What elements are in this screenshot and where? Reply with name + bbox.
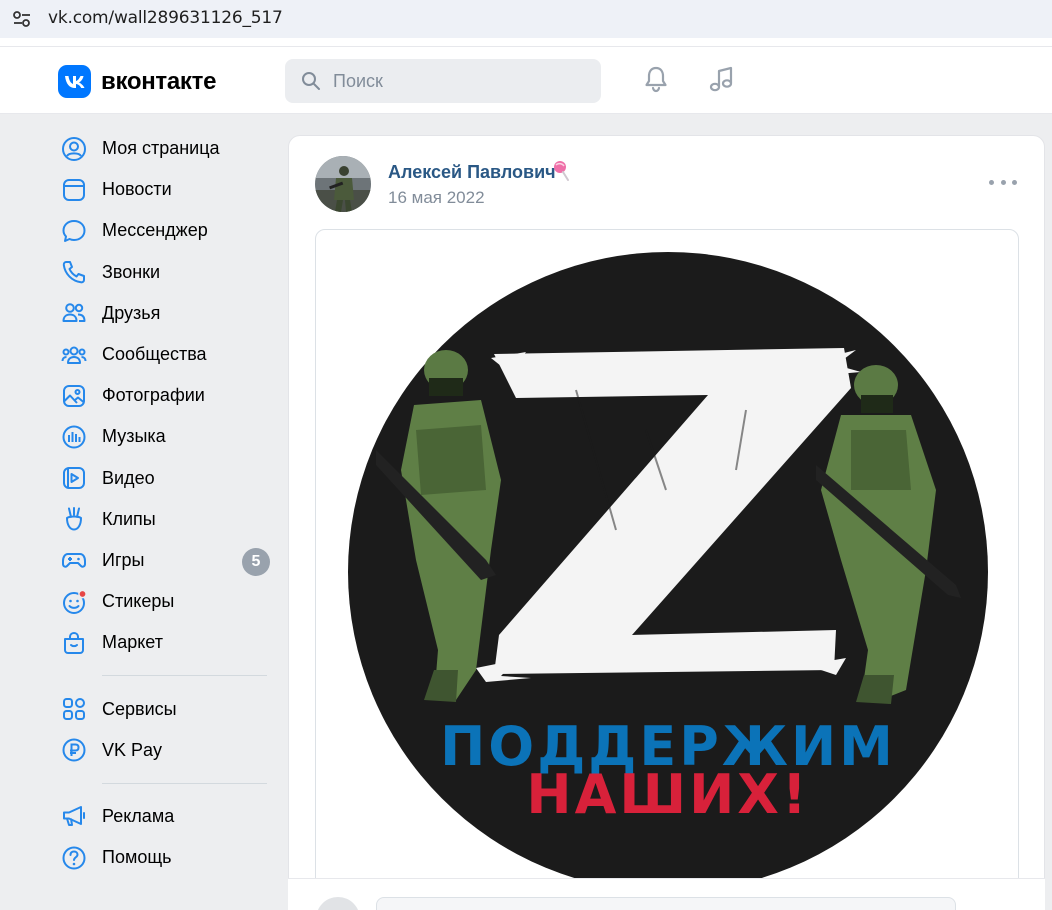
- sidebar-item-label: Клипы: [102, 508, 156, 529]
- bell-icon: [642, 65, 670, 98]
- sidebar-divider: [102, 782, 267, 784]
- sidebar-item-friends[interactable]: Друзья: [58, 293, 278, 334]
- sidebar-item-label: Сервисы: [102, 698, 177, 719]
- sidebar-item-services[interactable]: Сервисы: [58, 688, 278, 729]
- sidebar-item-music[interactable]: Музыка: [58, 416, 278, 457]
- search-input[interactable]: [333, 59, 583, 103]
- sidebar-divider: [102, 675, 267, 677]
- sidebar-item-label: Игры: [102, 549, 145, 570]
- vk-header: вконтакте: [0, 46, 1052, 114]
- browser-address-bar: vk.com/wall289631126_517: [0, 0, 1052, 46]
- sidebar-item-label: Моя страница: [102, 138, 220, 159]
- sidebar-item-label: Мессенджер: [102, 220, 208, 241]
- sidebar-item-label: Стикеры: [102, 591, 175, 612]
- user-circle-icon: [58, 135, 92, 163]
- comment-input[interactable]: [376, 897, 956, 910]
- sidebar-item-news[interactable]: Новости: [58, 169, 278, 210]
- sidebar-item-label: Сообщества: [102, 344, 207, 365]
- sidebar-item-label: Звонки: [102, 261, 161, 282]
- video-icon: [58, 464, 92, 492]
- image-caption-line2: НАШИХ!: [526, 763, 809, 826]
- comment-bar: [288, 878, 1045, 910]
- help-icon: [58, 844, 92, 872]
- sidebar-item-photos[interactable]: Фотографии: [58, 375, 278, 416]
- current-user-avatar: [316, 897, 360, 910]
- post-author-name[interactable]: Алексей Павлович: [388, 162, 556, 183]
- address-pill[interactable]: vk.com/wall289631126_517: [0, 0, 1052, 38]
- sidebar-item-stickers[interactable]: Стикеры: [58, 581, 278, 622]
- sidebar-item-my-page[interactable]: Моя страница: [58, 128, 278, 169]
- communities-icon: [58, 341, 92, 369]
- sidebar-item-ads[interactable]: Реклама: [58, 796, 278, 837]
- search-box[interactable]: [285, 59, 601, 103]
- news-icon: [58, 176, 92, 204]
- vkpay-icon: [58, 736, 92, 764]
- megaphone-icon: [58, 802, 92, 830]
- sidebar-item-video[interactable]: Видео: [58, 458, 278, 499]
- search-icon: [301, 71, 321, 96]
- post-date[interactable]: 16 мая 2022: [388, 188, 485, 208]
- games-count-badge: 5: [242, 547, 270, 576]
- author-avatar[interactable]: [315, 156, 371, 212]
- phone-icon: [58, 258, 92, 286]
- sticker-smile-icon: [58, 588, 92, 616]
- sidebar-item-label: Видео: [102, 467, 155, 488]
- music-bars-icon: [58, 423, 92, 451]
- music-note-icon: [707, 65, 735, 98]
- sidebar-item-label: Фотографии: [102, 385, 205, 406]
- gamepad-icon: [58, 546, 92, 574]
- sidebar-item-calls[interactable]: Звонки: [58, 252, 278, 293]
- vk-logo-text: вконтакте: [101, 67, 217, 95]
- vk-logo[interactable]: вконтакте: [58, 65, 216, 98]
- sidebar-item-games[interactable]: Игры 5: [58, 540, 278, 581]
- more-dot: [989, 179, 994, 185]
- sidebar-item-vkpay[interactable]: VK Pay: [58, 730, 278, 771]
- sidebar-item-label: Помощь: [102, 847, 172, 868]
- services-grid-icon: [58, 695, 92, 723]
- more-dot: [1000, 179, 1006, 185]
- left-sidebar: Моя страница Новости Мессенджер Звонки Д…: [58, 128, 278, 878]
- clips-icon: [58, 505, 92, 533]
- shopping-bag-icon: [58, 629, 92, 657]
- url-text[interactable]: vk.com/wall289631126_517: [48, 8, 283, 28]
- sidebar-item-help[interactable]: Помощь: [58, 837, 278, 878]
- music-button[interactable]: [705, 65, 737, 97]
- sidebar-item-label: Маркет: [102, 632, 163, 653]
- sidebar-item-communities[interactable]: Сообщества: [58, 334, 278, 375]
- sidebar-item-market[interactable]: Маркет: [58, 622, 278, 663]
- friends-icon: [58, 299, 92, 327]
- sidebar-item-label: Музыка: [102, 426, 166, 447]
- vk-logo-icon: [58, 65, 91, 98]
- more-dot: [1012, 179, 1017, 185]
- notifications-button[interactable]: [640, 65, 672, 97]
- post-card: Алексей Павлович 16 мая 2022 ПОДДЕРЖИМ Н…: [288, 135, 1045, 910]
- sidebar-item-label: Реклама: [102, 805, 175, 826]
- lollipop-emoji-icon: [552, 160, 572, 187]
- sidebar-item-label: VK Pay: [102, 739, 163, 760]
- post-image[interactable]: ПОДДЕРЖИМ НАШИХ!: [315, 229, 1019, 910]
- sidebar-item-clips[interactable]: Клипы: [58, 499, 278, 540]
- message-bubble-icon: [58, 217, 92, 245]
- sidebar-item-label: Друзья: [102, 302, 161, 323]
- post-more-button[interactable]: [989, 172, 1017, 192]
- site-info-icon[interactable]: [8, 6, 36, 32]
- photo-icon: [58, 382, 92, 410]
- sidebar-item-label: Новости: [102, 179, 172, 200]
- sidebar-item-messenger[interactable]: Мессенджер: [58, 210, 278, 251]
